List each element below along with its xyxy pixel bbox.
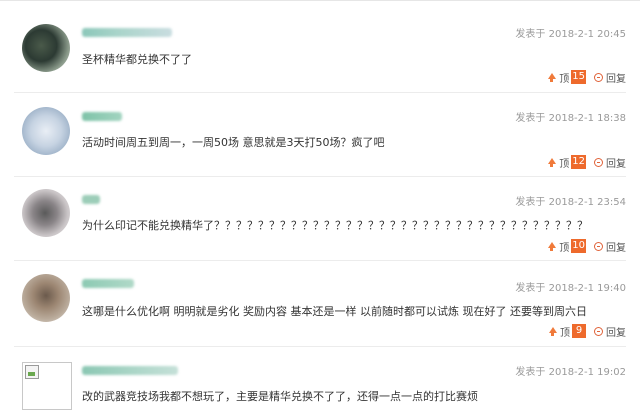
top-border [0,0,640,1]
comment-actions: 顶 10 回复 [547,238,626,254]
comment-item: 发表于 2018-2-1 23:54 为什么印记不能兑换精华了？？？？？？？？？… [0,176,640,259]
post-date: 发表于 2018-2-1 20:45 [515,29,626,40]
reply-button[interactable]: 回复 [594,324,626,339]
like-button[interactable]: 顶 12 [547,155,594,170]
avatar[interactable] [22,107,70,155]
like-count: 15 [571,70,586,84]
comment-text: 为什么印记不能兑换精华了？？？？？？？？？？？？？？？？？？？？？？？？？？？？… [82,219,588,232]
thumb-up-icon [547,72,557,82]
post-date: 发表于 2018-2-1 19:02 [515,367,626,378]
reply-button[interactable]: 回复 [594,239,626,254]
thumb-up-icon [547,157,557,167]
comment-text: 活动时间周五到周一，一周50场 意思就是3天打50场？疯了吧 [82,136,385,149]
username-blurred[interactable] [82,195,100,204]
username-blurred[interactable] [82,28,172,37]
comment-text: 改的武器竞技场我都不想玩了，主要是精华兑换不了了，还得一点一点的打比赛烦 [82,390,478,403]
avatar-broken-image[interactable] [22,362,72,410]
username-blurred[interactable] [82,366,178,375]
comment-item: 发表于 2018-2-1 18:38 活动时间周五到周一，一周50场 意思就是3… [0,93,640,176]
comment-item: 发表于 2018-2-1 20:45 圣杯精华都兑换不了了 顶 15 回复 [0,10,640,93]
comment-item: 发表于 2018-2-1 19:40 这哪是什么优化啊 明明就是劣化 奖励内容 … [0,260,640,343]
broken-image-icon [25,365,39,379]
avatar[interactable] [22,24,70,72]
like-button[interactable]: 顶 15 [547,70,594,85]
avatar[interactable] [22,189,70,237]
reply-icon [594,326,603,336]
reply-icon [594,241,603,251]
like-button[interactable]: 顶 9 [548,324,594,339]
username-blurred[interactable] [82,112,122,121]
post-date: 发表于 2018-2-1 18:38 [515,113,626,124]
comment-text: 圣杯精华都兑换不了了 [82,53,192,66]
reply-button[interactable]: 回复 [594,155,626,170]
reply-icon [594,72,603,82]
post-date: 发表于 2018-2-1 19:40 [515,283,626,294]
reply-button[interactable]: 回复 [594,70,626,85]
post-date: 发表于 2018-2-1 23:54 [515,197,626,208]
comment-actions: 顶 9 回复 [548,323,626,339]
like-count: 9 [572,324,586,338]
avatar[interactable] [22,274,70,322]
comment-actions: 顶 15 回复 [547,69,626,85]
like-count: 10 [571,239,586,253]
like-button[interactable]: 顶 10 [547,239,594,254]
comment-item: 发表于 2018-2-1 19:02 改的武器竞技场我都不想玩了，主要是精华兑换… [0,346,640,410]
thumb-up-icon [547,241,557,251]
comment-actions: 顶 12 回复 [547,154,626,170]
comment-text: 这哪是什么优化啊 明明就是劣化 奖励内容 基本还是一样 以前随时都可以试炼 现在… [82,305,587,318]
reply-icon [594,157,603,167]
thumb-up-icon [548,326,557,336]
like-count: 12 [571,155,586,169]
username-blurred[interactable] [82,279,134,288]
